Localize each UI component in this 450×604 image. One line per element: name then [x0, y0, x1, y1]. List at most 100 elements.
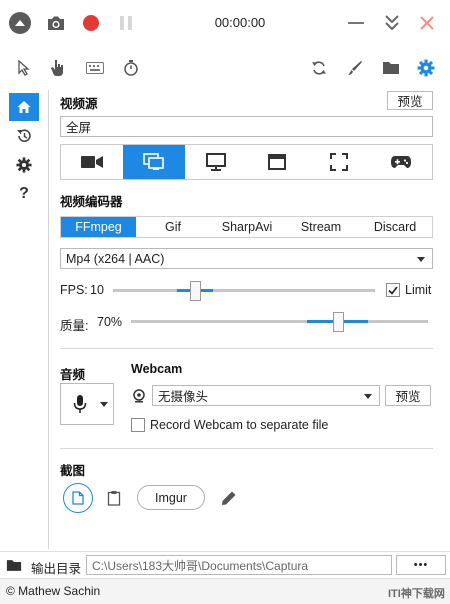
cursor-icon [18, 60, 30, 76]
stopwatch-icon [124, 60, 138, 76]
history-icon [17, 129, 31, 142]
limit-checkbox[interactable] [386, 283, 400, 297]
quality-value: 70% [97, 315, 123, 329]
cursor-toggle[interactable] [14, 58, 34, 78]
keyboard-icon [86, 62, 104, 74]
webcam-icon [131, 388, 147, 404]
pause-icon [120, 16, 132, 30]
video-source-label: 视频源 [60, 97, 98, 111]
microphone-icon [73, 395, 87, 413]
folder-icon [383, 62, 399, 74]
record-button[interactable] [80, 12, 102, 34]
multi-screen-icon [142, 153, 164, 170]
question-mark-icon: ? [19, 185, 29, 202]
source-selection-field[interactable]: 全屏 [60, 116, 433, 137]
home-icon [17, 101, 31, 113]
output-folder-label: 输出目录 [31, 562, 82, 576]
recording-timer: 00:00:00 [214, 15, 266, 30]
checkmark-icon [388, 286, 398, 295]
webcam-preview-button[interactable]: 预览 [385, 385, 431, 406]
double-chevron-down-icon [385, 15, 399, 31]
divider [60, 448, 433, 449]
tab-discard[interactable]: Discard [358, 217, 432, 237]
microphone-dropdown[interactable] [60, 383, 114, 425]
chevron-down-icon [417, 257, 425, 262]
region-select-icon [330, 153, 349, 171]
screenshot-button[interactable] [44, 12, 68, 34]
webcam-label: Webcam [131, 362, 183, 376]
minimize-button[interactable] [345, 12, 367, 34]
clipboard-icon [107, 491, 121, 506]
camera-icon [48, 16, 64, 30]
pencil-icon [222, 491, 236, 505]
source-preview-button[interactable]: 预览 [387, 91, 433, 110]
refresh-button[interactable] [308, 57, 330, 79]
source-game[interactable] [370, 145, 432, 179]
source-screen[interactable] [185, 145, 247, 179]
output-path-field[interactable]: C:\Users\183大帅哥\Documents\Captura [86, 555, 392, 575]
chevron-up-icon [9, 12, 31, 34]
open-folder-button[interactable] [380, 57, 402, 79]
imgur-button[interactable]: Imgur [137, 485, 205, 510]
quality-slider[interactable] [131, 312, 428, 332]
separate-file-label: Record Webcam to separate file [150, 418, 329, 432]
source-region[interactable] [308, 145, 370, 179]
close-icon [420, 16, 434, 30]
minimize-to-tray-button[interactable] [380, 11, 404, 35]
codec-select[interactable]: Mp4 (x264 | AAC) [60, 248, 433, 269]
browse-output-button[interactable]: ••• [396, 555, 446, 575]
webcam-selected-value: 无摄像头 [158, 390, 209, 404]
draw-button[interactable] [344, 57, 366, 79]
divider [60, 348, 433, 349]
minimize-icon [348, 22, 364, 24]
separate-file-checkbox[interactable] [131, 418, 145, 432]
window-icon [268, 154, 287, 170]
tab-stream[interactable]: Stream [284, 217, 358, 237]
gamepad-icon [391, 156, 412, 168]
monitor-icon [205, 153, 226, 171]
tab-gif[interactable]: Gif [136, 217, 210, 237]
fps-slider-thumb[interactable] [190, 281, 201, 301]
keystrokes-toggle[interactable] [84, 58, 106, 78]
clipboard-button[interactable] [104, 487, 124, 509]
quality-slider-thumb[interactable] [333, 312, 344, 332]
tab-ffmpeg[interactable]: FFmpeg [61, 217, 136, 237]
video-encoder-label: 视频编码器 [60, 195, 123, 209]
settings-button[interactable] [415, 57, 437, 79]
nav-settings[interactable] [9, 151, 39, 179]
source-window[interactable] [246, 145, 308, 179]
pause-button[interactable] [115, 12, 137, 34]
file-icon [72, 491, 84, 505]
save-to-disk-button[interactable] [63, 483, 93, 513]
refresh-icon [312, 61, 326, 75]
webcam-select[interactable]: 无摄像头 [152, 385, 380, 406]
clicks-toggle[interactable] [48, 58, 68, 78]
tab-sharpavi[interactable]: SharpAvi [210, 217, 284, 237]
nav-about[interactable]: ? [9, 180, 39, 208]
title-bar: 00:00:00 [0, 0, 450, 46]
chevron-down-icon [364, 394, 372, 399]
encoder-tabs: FFmpeg Gif SharpAvi Stream Discard [60, 216, 433, 238]
capture-options-toolbar [0, 48, 450, 86]
chevron-down-icon [100, 402, 108, 407]
limit-label: Limit [405, 283, 432, 297]
output-folder-bar: 输出目录 C:\Users\183大帅哥\Documents\Captura •… [0, 551, 450, 577]
nav-history[interactable] [9, 122, 39, 150]
video-camera-icon [80, 156, 103, 168]
video-source-selector [60, 144, 433, 180]
source-fullscreen[interactable] [122, 145, 185, 179]
collapse-button[interactable] [8, 11, 32, 35]
audio-label: 音频 [60, 368, 86, 382]
gear-icon [417, 59, 435, 77]
quality-label: 质量: [60, 319, 89, 333]
close-button[interactable] [415, 11, 439, 35]
editor-button[interactable] [218, 487, 240, 509]
fps-value: 10 [90, 283, 104, 297]
nav-home[interactable] [9, 93, 39, 121]
credit-text: © Mathew Sachin [6, 584, 101, 598]
brush-icon [348, 61, 362, 75]
gear-icon [16, 157, 32, 173]
fps-slider[interactable] [113, 281, 375, 301]
source-webcam-only[interactable] [61, 145, 123, 179]
timer-toggle[interactable] [120, 58, 142, 78]
